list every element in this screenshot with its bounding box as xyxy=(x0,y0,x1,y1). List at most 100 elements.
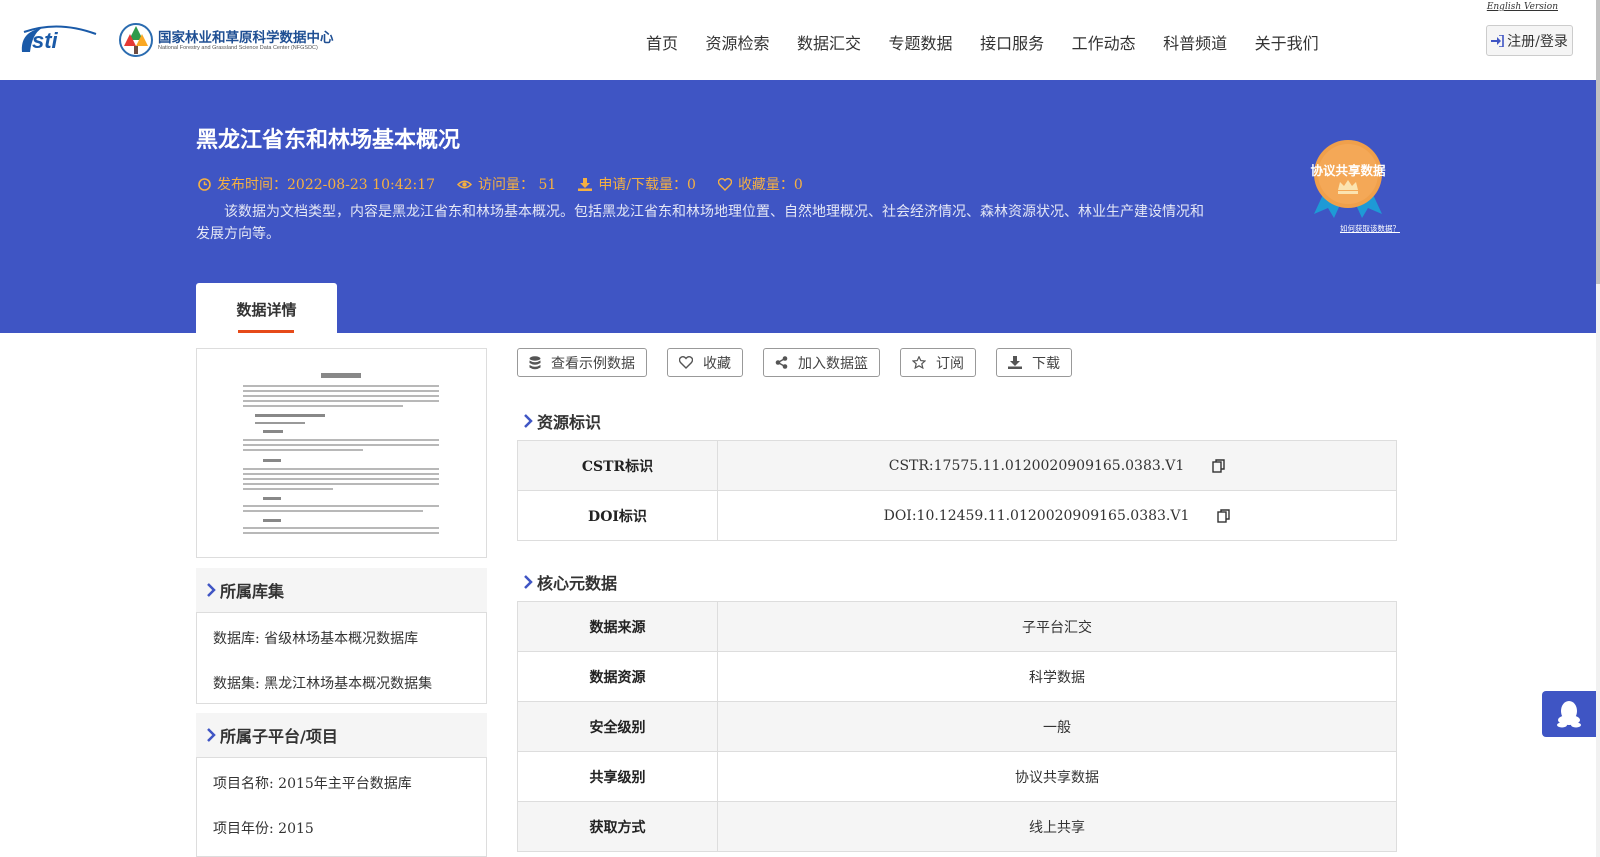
chevron-right-icon xyxy=(524,414,533,428)
eye-icon xyxy=(457,180,473,188)
core-metadata-table: 数据来源 子平台汇交 数据资源 科学数据 安全级别 一般 共享级别 协议共享数据… xyxy=(517,601,1397,852)
document-preview[interactable] xyxy=(196,348,487,558)
tab-data-details-label: 数据详情 xyxy=(236,301,297,319)
database-icon xyxy=(529,355,541,369)
view-count-text: 访问量： 51 xyxy=(478,177,557,193)
nfgsdc-emblem-icon[interactable] xyxy=(118,20,154,60)
copy-icon[interactable] xyxy=(1217,508,1231,523)
page-title: 黑龙江省东和林场基本概况 xyxy=(196,128,461,153)
scrollbar-thumb[interactable] xyxy=(1596,0,1600,284)
favorite-button[interactable]: 收藏 xyxy=(667,348,743,377)
row-value: 一般 xyxy=(1043,719,1071,736)
nav-api-service[interactable]: 接口服务 xyxy=(980,30,1044,54)
sign-in-icon xyxy=(1491,34,1504,47)
library-section-header: 所属库集 xyxy=(196,568,487,612)
download-count-text: 申请/下载量：0 xyxy=(598,177,696,193)
table-row: 获取方式 线上共享 xyxy=(518,802,1396,852)
nav-science-popular[interactable]: 科普频道 xyxy=(1163,30,1227,54)
nav-news[interactable]: 工作动态 xyxy=(1072,30,1136,54)
core-metadata-section-title: 核心元数据 xyxy=(537,574,618,593)
table-row: 数据资源 科学数据 xyxy=(518,652,1396,702)
doi-value-cell: DOI:10.12459.11.0120020909165.0383.V1 xyxy=(718,491,1396,540)
add-to-basket-label: 加入数据篮 xyxy=(798,355,868,372)
subscribe-label: 订阅 xyxy=(936,355,964,372)
nav-about-us[interactable]: 关于我们 xyxy=(1255,30,1319,54)
share-icon xyxy=(775,356,788,369)
dataset-description: 该数据为文档类型，内容是黑龙江省东和林场基本概况。包括黑龙江省东和林场地理位置、… xyxy=(196,204,1204,242)
platform-section-header: 所属子平台/项目 xyxy=(196,713,487,757)
view-count: 访问量： 51 xyxy=(457,174,556,194)
top-header: sti 国家林业和草原科学数据中心 National Forestry and … xyxy=(0,0,1600,80)
library-section-title: 所属库集 xyxy=(220,582,285,601)
qq-penguin-icon xyxy=(1557,701,1581,728)
chevron-right-icon xyxy=(524,575,533,589)
database-link[interactable]: 数据库: 省级林场基本概况数据库 xyxy=(213,628,418,648)
identifiers-section-title: 资源标识 xyxy=(537,413,602,432)
clock-icon xyxy=(198,177,211,191)
table-row: CSTR标识 CSTR:17575.11.0120020909165.0383.… xyxy=(518,441,1396,491)
download-button[interactable]: 下载 xyxy=(996,348,1072,377)
download-label: 下载 xyxy=(1032,355,1060,372)
nav-resource-search[interactable]: 资源检索 xyxy=(706,30,770,54)
download-count: 申请/下载量：0 xyxy=(578,174,696,194)
row-value: 线上共享 xyxy=(1029,819,1085,836)
active-tab-indicator xyxy=(238,330,294,333)
page-scrollbar[interactable] xyxy=(1596,0,1600,857)
how-to-get-link[interactable]: 如何获取该数据？ xyxy=(1340,223,1400,234)
row-value: 科学数据 xyxy=(1029,669,1085,686)
row-key: 共享级别 xyxy=(518,752,718,801)
english-version-link[interactable]: English Version xyxy=(1487,2,1558,12)
dataset-banner: 黑龙江省东和林场基本概况 发布时间：2022-08-23 10:42:17 访问… xyxy=(0,80,1596,333)
heart-icon xyxy=(679,356,693,369)
login-label: 注册/登录 xyxy=(1507,33,1568,50)
nsti-logo[interactable]: sti xyxy=(18,22,98,56)
core-metadata-section-header: 核心元数据 xyxy=(523,570,617,594)
row-value: 协议共享数据 xyxy=(1015,769,1099,786)
view-sample-label: 查看示例数据 xyxy=(551,355,635,372)
download-icon xyxy=(578,177,593,191)
copy-icon[interactable] xyxy=(1212,458,1225,473)
heart-icon xyxy=(717,177,732,191)
tab-data-details[interactable]: 数据详情 xyxy=(196,283,337,333)
platform-section-title: 所属子平台/项目 xyxy=(220,727,338,746)
project-name: 项目名称: 2015年主平台数据库 xyxy=(213,776,412,792)
doi-key: DOI标识 xyxy=(518,491,718,540)
site-title[interactable]: 国家林业和草原科学数据中心 xyxy=(158,26,334,46)
dataset-meta: 发布时间：2022-08-23 10:42:17 访问量： 51 申请/下载量：… xyxy=(198,174,825,194)
row-value: 子平台汇交 xyxy=(1022,619,1092,636)
cstr-key: CSTR标识 xyxy=(518,441,718,490)
doi-value: DOI:10.12459.11.0120020909165.0383.V1 xyxy=(883,507,1190,524)
favorite-count-text: 收藏量：0 xyxy=(737,177,803,193)
qq-support-button[interactable] xyxy=(1542,691,1596,737)
favorite-count: 收藏量：0 xyxy=(717,174,803,194)
download-icon xyxy=(1008,356,1022,369)
table-row: 共享级别 协议共享数据 xyxy=(518,752,1396,802)
nav-home[interactable]: 首页 xyxy=(646,30,678,54)
cstr-value: CSTR:17575.11.0120020909165.0383.V1 xyxy=(888,457,1185,474)
table-row: DOI标识 DOI:10.12459.11.0120020909165.0383… xyxy=(518,491,1396,541)
nav-topic-data[interactable]: 专题数据 xyxy=(889,30,953,54)
row-key: 数据资源 xyxy=(518,652,718,701)
subscribe-button[interactable]: 订阅 xyxy=(900,348,976,377)
action-toolbar: 查看示例数据 收藏 加入数据篮 订阅 下载 xyxy=(517,348,1092,377)
star-icon xyxy=(912,356,926,369)
table-row: 数据来源 子平台汇交 xyxy=(518,602,1396,652)
share-badge-label: 协议共享数据 xyxy=(1310,163,1386,178)
dataset-link[interactable]: 数据集: 黑龙江林场基本概况数据集 xyxy=(213,673,432,693)
project-year: 项目年份: 2015 xyxy=(213,821,314,837)
chevron-right-icon xyxy=(207,583,216,597)
row-key: 数据来源 xyxy=(518,602,718,651)
identifiers-table: CSTR标识 CSTR:17575.11.0120020909165.0383.… xyxy=(517,440,1397,541)
login-button[interactable]: 注册/登录 xyxy=(1486,25,1573,56)
favorite-label: 收藏 xyxy=(703,355,731,372)
library-section-body: 数据库: 省级林场基本概况数据库 数据集: 黑龙江林场基本概况数据集 xyxy=(196,612,487,704)
add-to-basket-button[interactable]: 加入数据篮 xyxy=(763,348,880,377)
platform-section-body: 项目名称: 2015年主平台数据库 项目年份: 2015 xyxy=(196,757,487,857)
identifiers-section-header: 资源标识 xyxy=(523,409,601,433)
svg-text:sti: sti xyxy=(32,28,59,53)
main-nav: 首页 资源检索 数据汇交 专题数据 接口服务 工作动态 科普频道 关于我们 xyxy=(646,30,1346,54)
view-sample-button[interactable]: 查看示例数据 xyxy=(517,348,647,377)
chevron-right-icon xyxy=(207,728,216,742)
row-key: 获取方式 xyxy=(518,802,718,851)
nav-data-submission[interactable]: 数据汇交 xyxy=(797,30,861,54)
